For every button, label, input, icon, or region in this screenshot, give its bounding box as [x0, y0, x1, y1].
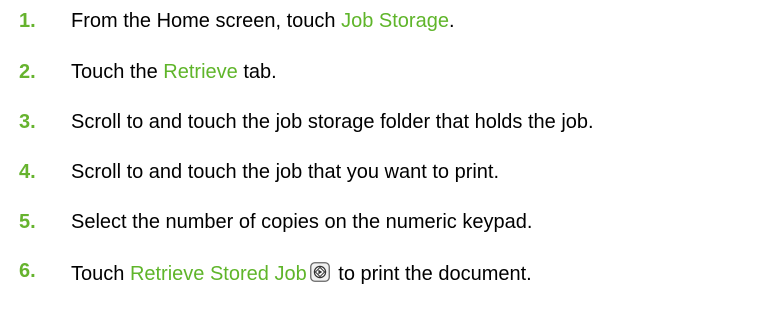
step-text-before: From the Home screen, touch [71, 10, 342, 32]
step-5: 5. Select the number of copies on the nu… [0, 210, 768, 240]
step-text-before: Touch [71, 263, 130, 285]
step-number: 6. [19, 260, 36, 282]
step-text-after: to print the document. [332, 263, 532, 285]
step-2: 2. Touch the Retrieve tab. [0, 60, 768, 90]
step-number: 4. [19, 161, 36, 183]
instruction-steps: 1. From the Home screen, touch Job Stora… [0, 0, 768, 324]
step-text: Scroll to and touch the job storage fold… [71, 111, 594, 133]
step-text-after: . [448, 10, 455, 32]
step-1: 1. From the Home screen, touch Job Stora… [0, 9, 768, 39]
retrieve-stored-job-reference: Retrieve Stored Job [129, 263, 307, 285]
step-number: 5. [19, 211, 36, 233]
step-number: 2. [19, 61, 36, 83]
step-text: Select the number of copies on the numer… [71, 211, 533, 233]
retrieve-tab-reference: Retrieve [163, 61, 238, 83]
step-number: 1. [19, 10, 36, 32]
step-text: Touch Retrieve Stored Job to print the d… [71, 262, 532, 286]
step-text-before: Touch the [71, 61, 164, 83]
step-text: Scroll to and touch the job that you wan… [71, 161, 500, 183]
start-button-icon [309, 262, 330, 282]
step-text: Touch the Retrieve tab. [71, 60, 277, 84]
step-3: 3. Scroll to and touch the job storage f… [0, 110, 768, 140]
step-4: 4. Scroll to and touch the job that you … [0, 160, 768, 190]
step-text-after: tab. [237, 61, 277, 83]
step-text: From the Home screen, touch Job Storage. [71, 9, 455, 33]
job-storage-reference: Job Storage [341, 10, 449, 32]
step-6: 6. Touch Retrieve Stored Job to print th… [0, 260, 768, 292]
step-number: 3. [19, 111, 36, 133]
